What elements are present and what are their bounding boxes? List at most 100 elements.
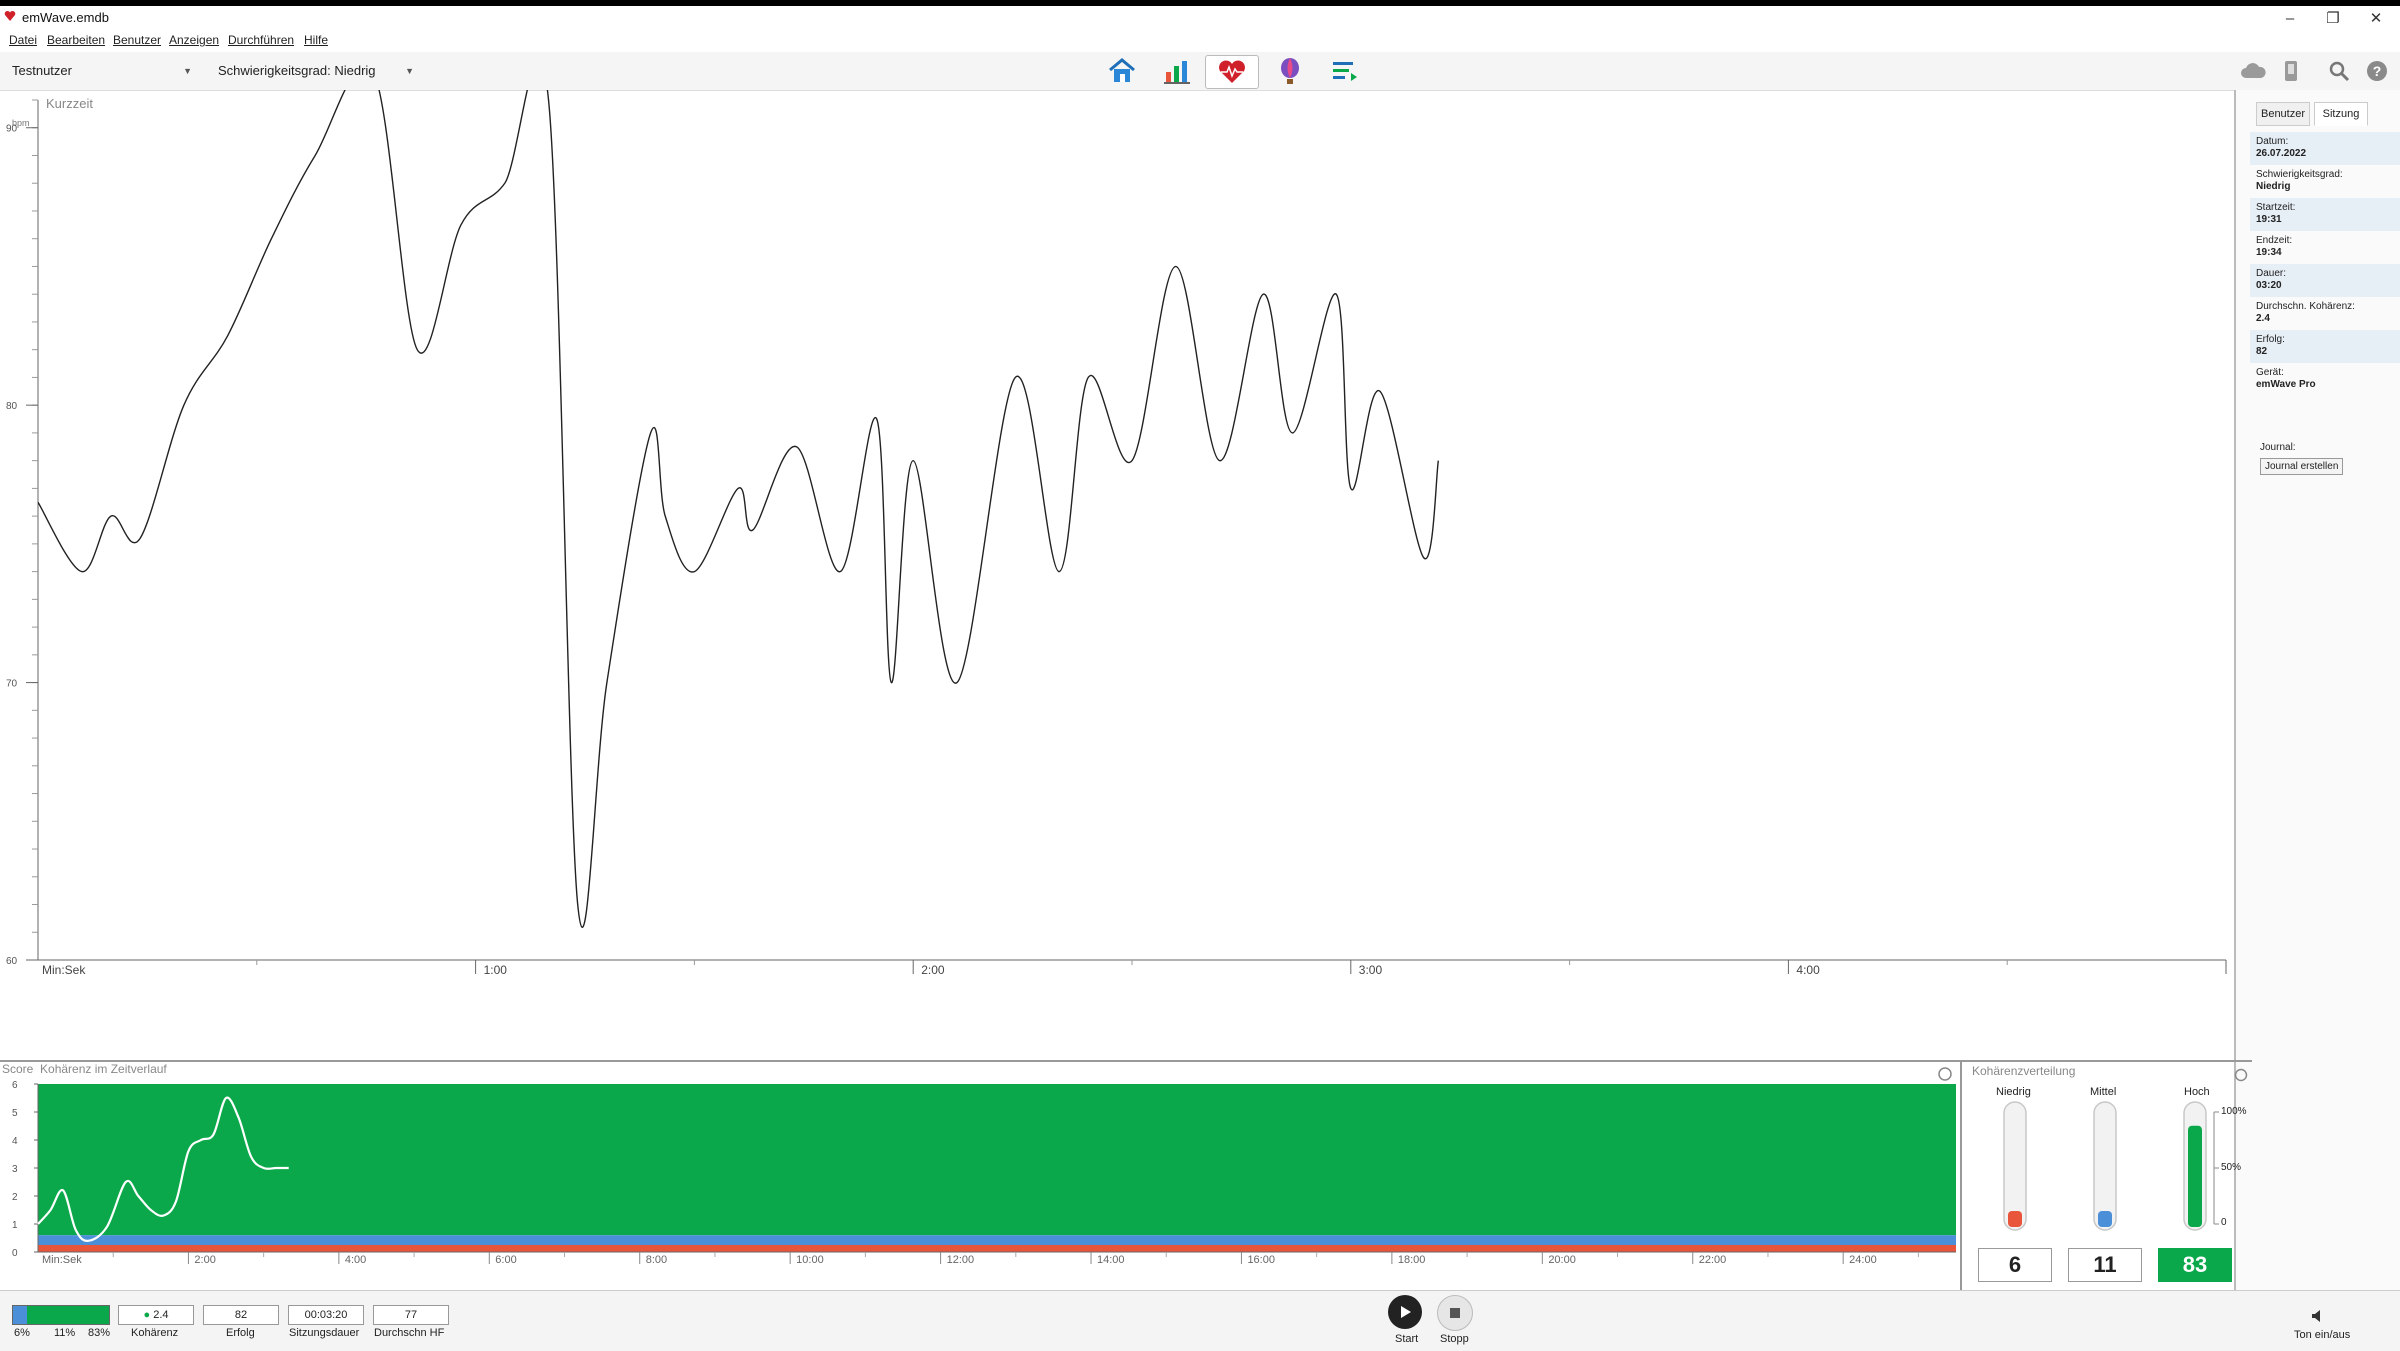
stop-icon [1450, 1308, 1460, 1318]
help-icon: ? [2367, 61, 2387, 81]
list-icon [1333, 62, 1357, 81]
heart-rate-line [38, 90, 1440, 928]
tab-sitzung[interactable]: Sitzung [2314, 102, 2368, 126]
balloon-icon [1281, 58, 1299, 84]
dauer-label: Sitzungsdauer [289, 1327, 360, 1339]
hr-y-tick-label: 80 [6, 401, 18, 412]
session-info-label: Durchschn. Kohärenz: [2256, 301, 2355, 312]
coherence-y-tick-label: 6 [12, 1080, 18, 1091]
score-low: 6 [1978, 1248, 2052, 1282]
coherence-y-tick-label: 5 [12, 1108, 18, 1119]
menu-anzeigen[interactable]: Anzeigen [169, 33, 219, 47]
home-button[interactable] [1102, 55, 1142, 87]
cloud-icon [2241, 63, 2266, 78]
coherence-band-high [38, 1084, 1956, 1236]
maximize-button[interactable]: ❐ [2313, 8, 2353, 30]
heart-rhythm-icon [1219, 60, 1245, 83]
coherence-band-low [38, 1245, 1956, 1252]
coherence-x-tick-label: 6:00 [495, 1254, 516, 1266]
hr-x-tick-label: 2:00 [921, 963, 945, 977]
session-info-label: Dauer: [2256, 268, 2287, 279]
coherence-x-tick-label: 18:00 [1398, 1254, 1426, 1266]
menu-datei[interactable]: Datei [9, 33, 37, 47]
kohaerenz-label: Kohärenz [131, 1327, 179, 1339]
coherence-y-tick-label: 2 [12, 1192, 18, 1203]
coherence-chart: 6 5 4 3 2 1 0 Min:Sek 2:00 4:00 6:00 8:00 10:00 12:00… [0, 1060, 1960, 1266]
thermometer-fill [2098, 1211, 2112, 1227]
session-info-row: Schwierigkeitsgrad: Niedrig [2250, 165, 2400, 198]
speaker-icon [2312, 1310, 2320, 1322]
hr-x-tick-label: 3:00 [1359, 963, 1383, 977]
session-info-value: emWave Pro [2256, 379, 2316, 390]
menu-hilfe[interactable]: Hilfe [304, 33, 328, 47]
app-heart-icon [4, 10, 16, 21]
hr-y-tick-label: 60 [6, 956, 18, 967]
balloon-game-button[interactable] [1270, 55, 1310, 87]
session-info-row: Durchschn. Kohärenz: 2.4 [2250, 297, 2400, 330]
menu-bearbeiten[interactable]: Bearbeiten [47, 33, 105, 47]
heart-rhythm-button[interactable] [1205, 55, 1259, 89]
stop-label: Stopp [1440, 1333, 1469, 1345]
session-info-value: Niedrig [2256, 181, 2291, 192]
coherence-dot-icon: ● [143, 1309, 151, 1321]
list-button[interactable] [1325, 55, 1365, 87]
erfolg-value: 82 [203, 1305, 279, 1325]
percent-high: 83% [88, 1327, 111, 1339]
status-bar: 6% 11% 83% ● 2.4 Kohärenz 82 Erfolg 00:0… [0, 1290, 2400, 1351]
difficulty-select-value: Schwierigkeitsgrad: Niedrig [218, 63, 376, 78]
window-title: emWave.emdb [22, 10, 109, 25]
difficulty-select[interactable]: Schwierigkeitsgrad: Niedrig ▼ [218, 60, 414, 82]
menu-benutzer[interactable]: Benutzer [113, 33, 161, 47]
search-icon [2329, 61, 2350, 82]
close-panel-icon[interactable] [1938, 1067, 1952, 1081]
coherence-level-bar [12, 1305, 110, 1325]
session-info-label: Gerät: [2256, 367, 2284, 378]
cloud-button[interactable] [2240, 59, 2266, 83]
hr-x-tick-label: 4:00 [1796, 963, 1820, 977]
percent-mid: 11% [54, 1327, 76, 1339]
hf-value: 77 [373, 1305, 449, 1325]
session-info-value: 2.4 [2256, 313, 2270, 324]
coherence-x-tick-label: 14:00 [1097, 1254, 1125, 1266]
start-button[interactable] [1388, 1295, 1422, 1329]
heart-rate-chart: bpm90807060Min:Sek1:002:003:004:005:00 [6, 90, 2227, 977]
home-icon [1109, 58, 1135, 82]
coherence-level-mid [13, 1306, 27, 1324]
start-label: Start [1395, 1333, 1419, 1345]
user-select[interactable]: Testnutzer ▼ [12, 60, 192, 82]
coherence-y-tick-label: 0 [12, 1248, 18, 1259]
coherence-y-tick-label: 1 [12, 1220, 18, 1231]
svg-text:?: ? [2373, 63, 2382, 79]
bar-chart-icon [1164, 61, 1190, 84]
menu-durchfuehren[interactable]: Durchführen [228, 33, 294, 47]
coherence-band-mid [38, 1235, 1956, 1245]
tab-benutzer[interactable]: Benutzer [2256, 102, 2310, 126]
chevron-down-icon: ▼ [405, 66, 414, 76]
session-info-row: Erfolg: 82 [2250, 330, 2400, 363]
score-mid: 11 [2068, 1248, 2142, 1282]
reports-button[interactable] [1157, 55, 1197, 87]
percent-low: 6% [14, 1327, 30, 1339]
session-info-row: Dauer: 03:20 [2250, 264, 2400, 297]
session-info-label: Erfolg: [2256, 334, 2285, 345]
session-info-row: Datum: 26.07.2022 [2250, 132, 2400, 165]
device-icon [2285, 61, 2297, 81]
sound-toggle-button[interactable] [2310, 1309, 2324, 1328]
close-button[interactable]: ✕ [2356, 8, 2396, 30]
help-button[interactable]: ? [2364, 59, 2390, 83]
hr-y-tick-label: 90 [6, 124, 18, 135]
minimize-button[interactable]: – [2270, 8, 2310, 30]
device-button[interactable] [2278, 59, 2304, 83]
journal-create-button[interactable]: Journal erstellen [2260, 458, 2344, 475]
hf-label: Durchschn HF [374, 1327, 445, 1339]
thermometer-fill [2188, 1125, 2202, 1227]
stop-button[interactable] [1437, 1295, 1473, 1331]
thermometer-high [2183, 1101, 2207, 1231]
search-button[interactable] [2326, 59, 2352, 83]
hr-x-tick-label: Min:Sek [42, 963, 86, 977]
kohaerenz-value: 2.4 [153, 1309, 169, 1321]
session-sidebar: Benutzer Sitzung Datum: 26.07.2022 Schwier… [2234, 90, 2400, 1290]
thermometer-low [2003, 1101, 2027, 1231]
session-info-value: 82 [2256, 346, 2268, 357]
coherence-x-tick-label: Min:Sek [42, 1254, 82, 1266]
